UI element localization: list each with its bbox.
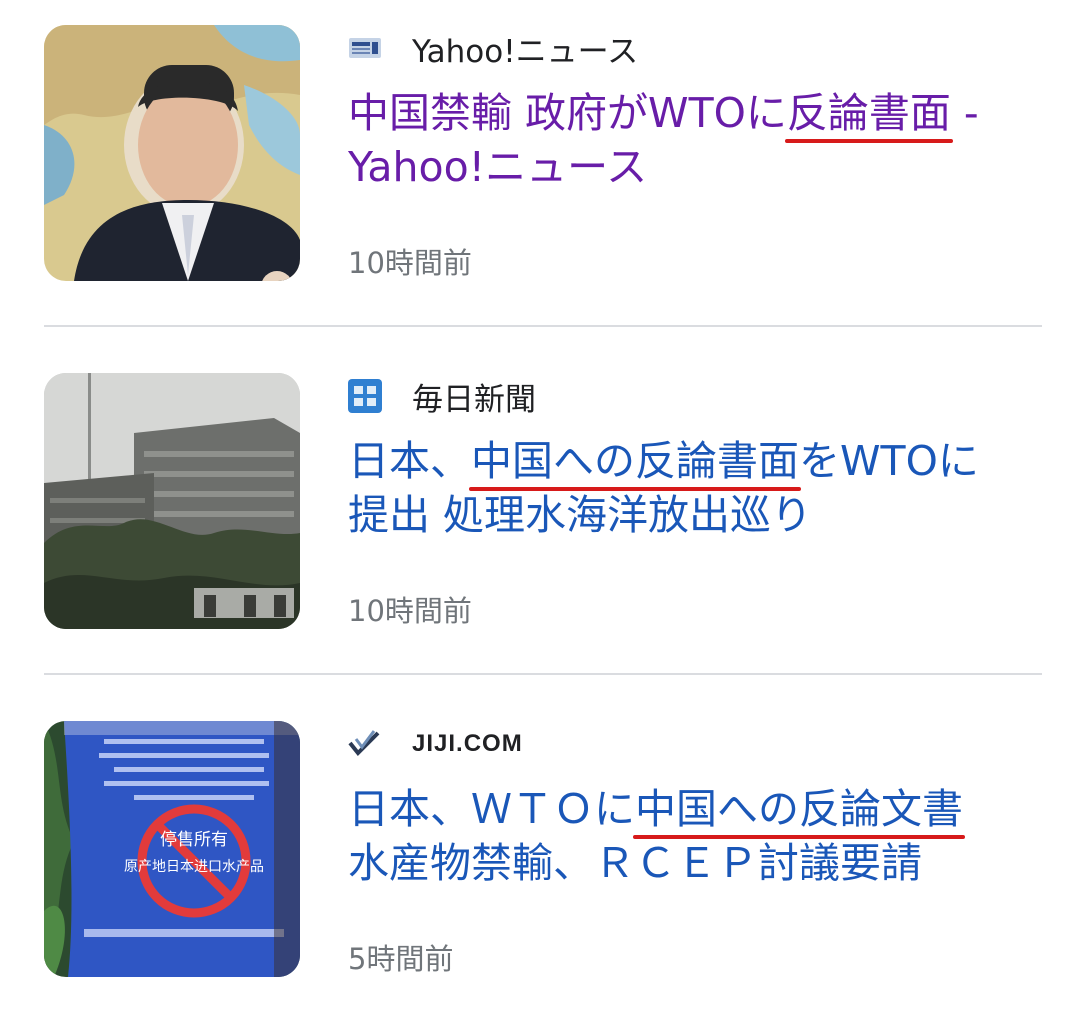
article-timestamp: 5時間前	[348, 942, 454, 976]
underlined-phrase: 反論書面	[786, 89, 951, 137]
article-timestamp: 10時間前	[348, 594, 472, 628]
article-thumbnail[interactable]: 停售所有 原产地日本进口水产品	[44, 721, 300, 977]
thumbnail-sign-text: 原产地日本进口水产品	[124, 859, 264, 875]
headline-line-1: 日本、ＷＴＯに中国への反論文書	[348, 782, 1048, 836]
yahoo-news-icon	[348, 31, 382, 65]
headline-line-1: 日本、中国への反論書面をWTOに	[348, 434, 1048, 488]
news-article[interactable]: Yahoo!ニュース 中国禁輸 政府がWTOに反論書面 - Yahoo!ニュース…	[0, 0, 1080, 300]
article-thumbnail[interactable]	[44, 373, 300, 629]
headline-line-2: 水産物禁輸、ＲＣＥＰ討議要請	[348, 839, 922, 887]
underlined-phrase: 中国への反論書面	[471, 437, 799, 485]
article-headline[interactable]: 中国禁輸 政府がWTOに反論書面 - Yahoo!ニュース	[348, 86, 1048, 194]
thumbnail-image: 停售所有 原产地日本进口水产品	[44, 721, 300, 977]
article-timestamp: 10時間前	[348, 246, 472, 280]
underlined-phrase: 中国への反論文書	[635, 785, 963, 833]
headline-text: -	[950, 89, 979, 137]
source-name: 毎日新聞	[412, 381, 536, 418]
article-headline[interactable]: 日本、ＷＴＯに中国への反論文書 水産物禁輸、ＲＣＥＰ討議要請	[348, 782, 1048, 890]
news-feed: Yahoo!ニュース 中国禁輸 政府がWTOに反論書面 - Yahoo!ニュース…	[0, 0, 1080, 1024]
article-headline[interactable]: 日本、中国への反論書面をWTOに 提出 処理水海洋放出巡り	[348, 434, 1048, 542]
headline-text: をWTOに	[799, 437, 979, 485]
news-article[interactable]: 毎日新聞 日本、中国への反論書面をWTOに 提出 処理水海洋放出巡り 10時間前	[0, 348, 1080, 648]
headline-line-2: 提出 処理水海洋放出巡り	[348, 491, 813, 539]
article-source: 毎日新聞	[348, 376, 536, 418]
divider	[44, 325, 1042, 327]
headline-text: 日本、	[348, 437, 471, 485]
headline-text: 中国禁輸 政府がWTOに	[348, 89, 787, 137]
news-article[interactable]: 停售所有 原产地日本进口水产品 JIJI.COM 日本、ＷＴＯに中国への反論文書…	[0, 696, 1080, 996]
source-name: JIJI.COM	[412, 730, 523, 757]
jiji-icon	[348, 727, 382, 761]
headline-text: 日本、ＷＴＯに	[348, 785, 635, 833]
mainichi-icon	[348, 379, 382, 413]
source-name: Yahoo!ニュース	[412, 33, 639, 70]
article-source: Yahoo!ニュース	[348, 28, 639, 70]
headline-line-1: 中国禁輸 政府がWTOに反論書面 -	[348, 86, 1048, 140]
thumbnail-sign-text: 停售所有	[160, 830, 228, 850]
headline-line-2: Yahoo!ニュース	[348, 143, 648, 191]
thumbnail-image	[44, 373, 300, 629]
article-source: JIJI.COM	[348, 724, 523, 764]
thumbnail-image	[44, 25, 300, 281]
divider	[44, 673, 1042, 675]
article-thumbnail[interactable]	[44, 25, 300, 281]
